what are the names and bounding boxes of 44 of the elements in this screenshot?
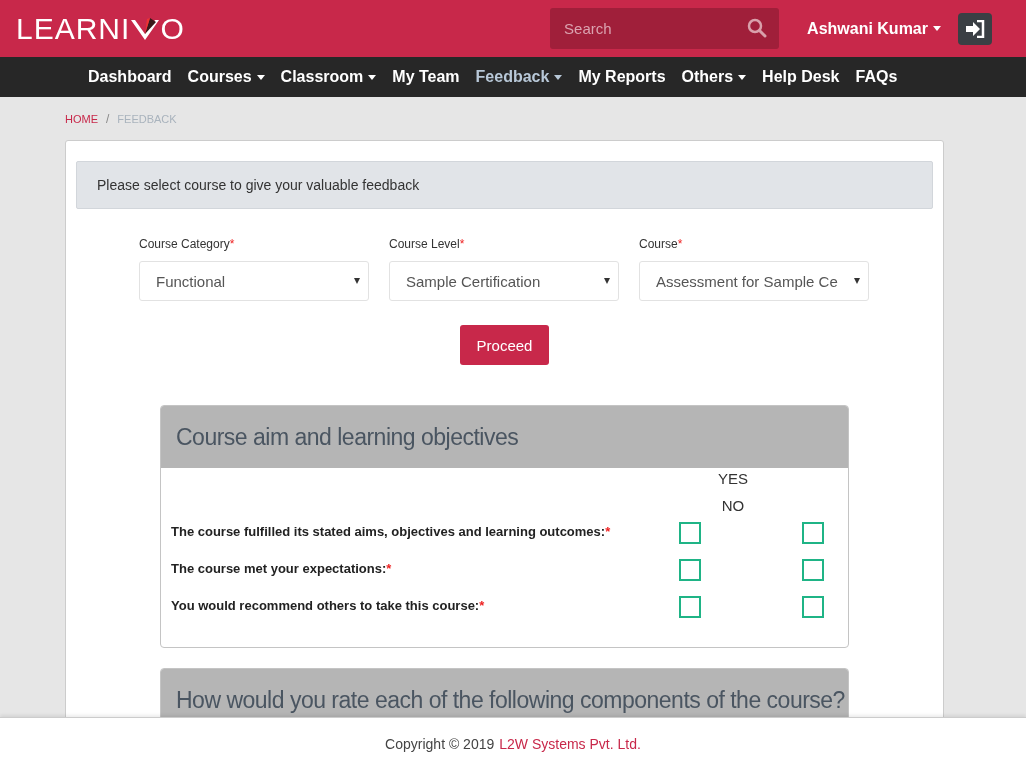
section-title: How would you rate each of the following components of the course?	[176, 686, 845, 714]
proceed-button[interactable]: Proceed	[460, 325, 549, 365]
logo-text: LEARNI	[16, 11, 131, 46]
nav-item[interactable]: Others	[681, 68, 747, 86]
caret-icon	[604, 278, 610, 284]
checkbox[interactable]	[679, 559, 701, 581]
breadcrumb-separator: /	[106, 111, 110, 126]
question-text: The course met your expectations:*	[171, 560, 393, 578]
breadcrumb-link[interactable]: HOME	[65, 112, 98, 125]
question-text: You would recommend others to take this course:*	[171, 597, 486, 615]
nav-item[interactable]: FAQs	[855, 68, 898, 86]
caret-icon	[854, 278, 860, 284]
checkbox[interactable]	[679, 522, 701, 544]
question-text: The course fulfilled its stated aims, objectives and learning outcomes:*	[171, 523, 612, 541]
logout-icon	[965, 19, 985, 38]
nav-item[interactable]: Courses	[187, 68, 265, 86]
nav-item[interactable]: Help Desk	[762, 68, 840, 86]
search-field[interactable]: Search	[550, 8, 780, 49]
field-label: Course Level*	[389, 237, 466, 251]
field-label: Course Category*	[139, 237, 236, 251]
checkbox[interactable]	[802, 559, 824, 581]
nav-item[interactable]: Dashboard	[88, 68, 172, 86]
select-field[interactable]: Sample Certification	[389, 261, 619, 301]
nav-item[interactable]: Classroom	[280, 68, 377, 86]
search-icon	[747, 18, 768, 38]
caret-icon	[354, 278, 360, 284]
select-field[interactable]: Functional	[139, 261, 369, 301]
nav-item[interactable]: My Team	[392, 68, 460, 86]
column-header: NO	[721, 497, 745, 514]
user-menu[interactable]: Ashwani Kumar	[807, 19, 941, 38]
checkbox[interactable]	[802, 522, 824, 544]
select-field[interactable]: Assessment for Sample Ce	[639, 261, 869, 301]
nav-item[interactable]: My Reports	[578, 68, 666, 86]
checkbox[interactable]	[802, 596, 824, 618]
logout-button[interactable]	[958, 12, 992, 45]
notice-text: Please select course to give your valuable feedback	[76, 161, 933, 209]
column-header: YES	[718, 470, 748, 487]
copyright-text: Copyright © 2019	[385, 736, 495, 752]
checkbox[interactable]	[679, 596, 701, 618]
company-link[interactable]: L2W Systems Pvt. Ltd.	[499, 736, 641, 752]
field-label: Course*	[639, 237, 684, 251]
logo-text: O	[160, 11, 185, 46]
nav-item[interactable]: Feedback	[475, 68, 563, 86]
section-title: Course aim and learning objectives	[176, 423, 519, 451]
